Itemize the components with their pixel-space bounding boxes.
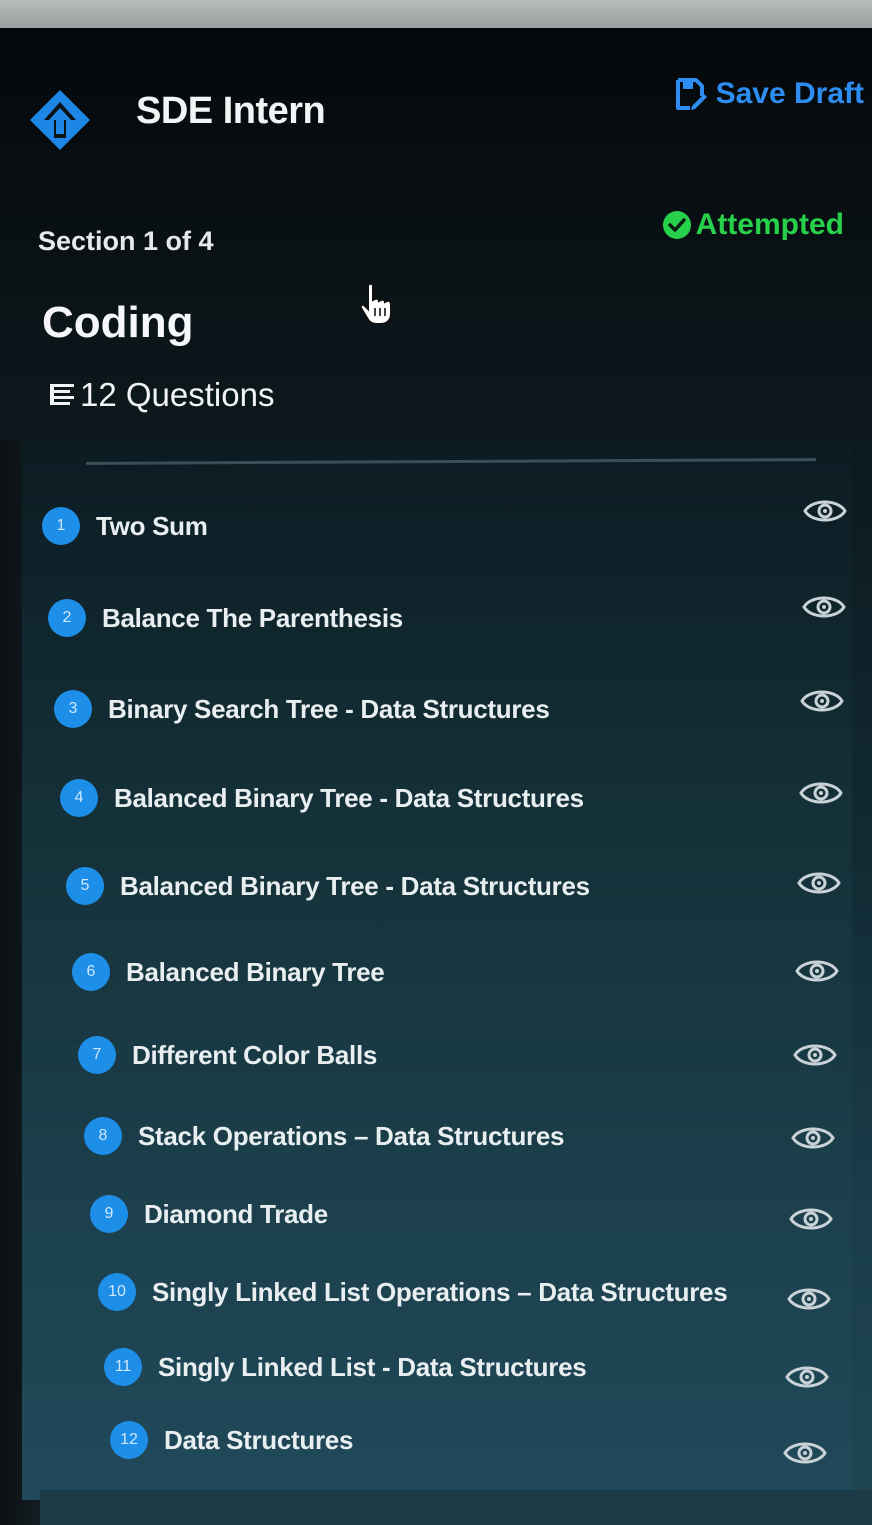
status-badge: Attempted [662,208,844,242]
question-item[interactable]: 6 Balanced Binary Tree [72,952,385,992]
question-title: Balanced Binary Tree [126,956,385,987]
question-number-badge: 4 [60,779,98,817]
question-item[interactable]: 5 Balanced Binary Tree - Data Structures [66,866,590,906]
section-indicator: Section 1 of 4 [38,226,214,256]
question-title: Data Structures [164,1424,354,1455]
save-draft-button[interactable]: Save Draft [674,76,864,112]
question-number-badge: 10 [98,1273,136,1311]
question-number-badge: 3 [54,690,92,728]
question-item[interactable]: 4 Balanced Binary Tree - Data Structures [60,778,584,818]
eye-icon[interactable] [794,954,840,988]
eye-icon[interactable] [786,1282,832,1316]
question-number-badge: 6 [72,953,110,991]
check-circle-icon [662,211,691,239]
question-title: Balanced Binary Tree - Data Structures [120,870,590,901]
question-item[interactable]: 7 Different Color Balls [78,1035,377,1075]
question-item[interactable]: 10 Singly Linked List Operations – Data … [98,1272,728,1312]
question-number-badge: 11 [104,1348,142,1386]
question-number-badge: 2 [48,599,86,637]
question-title: Balance The Parenthesis [102,602,403,633]
question-item[interactable]: 12 Data Structures [110,1420,353,1460]
question-item[interactable]: 11 Singly Linked List - Data Structures [104,1347,587,1387]
eye-icon[interactable] [784,1360,830,1394]
status-label: Attempted [695,208,844,241]
question-item[interactable]: 2 Balance The Parenthesis [48,598,403,638]
eye-icon[interactable] [788,1202,834,1236]
question-title: Diamond Trade [144,1198,328,1229]
section-title: Coding [42,298,194,347]
eye-icon[interactable] [799,684,845,718]
question-title: Two Sum [96,510,208,541]
list-icon [50,384,74,405]
question-title: Balanced Binary Tree - Data Structures [114,782,584,813]
question-number-badge: 9 [90,1195,128,1233]
eye-icon[interactable] [782,1436,828,1470]
eye-icon[interactable] [802,494,848,528]
eye-icon[interactable] [801,590,847,624]
question-count: 12 Questions [48,376,274,414]
question-number-badge: 5 [66,867,104,905]
panel-bottom [40,1490,872,1525]
question-number-badge: 7 [78,1036,116,1074]
diamond-arrow-logo [30,90,90,150]
question-title: Singly Linked List Operations – Data Str… [152,1276,728,1307]
question-item[interactable]: 9 Diamond Trade [90,1194,328,1234]
question-title: Binary Search Tree - Data Structures [108,693,550,724]
eye-icon[interactable] [798,776,844,810]
header: SDE Intern Save Draft [28,77,868,150]
question-item[interactable]: 3 Binary Search Tree - Data Structures [54,689,550,729]
save-draft-label: Save Draft [715,77,864,110]
question-count-label: 12 Questions [80,376,275,413]
hand-pointer-cursor [359,282,392,325]
question-item[interactable]: 1 Two Sum [42,506,208,546]
app-title: SDE Intern [136,90,326,132]
question-title: Singly Linked List - Data Structures [158,1351,587,1382]
eye-icon[interactable] [796,866,842,900]
eye-icon[interactable] [792,1038,838,1072]
question-number-badge: 1 [42,507,80,545]
question-title: Stack Operations – Data Structures [138,1120,565,1151]
save-draft-icon [675,78,707,110]
question-title: Different Color Balls [132,1039,378,1070]
question-number-badge: 8 [84,1117,122,1155]
question-number-badge: 12 [110,1421,148,1459]
eye-icon[interactable] [790,1121,836,1155]
question-item[interactable]: 8 Stack Operations – Data Structures [84,1116,564,1156]
